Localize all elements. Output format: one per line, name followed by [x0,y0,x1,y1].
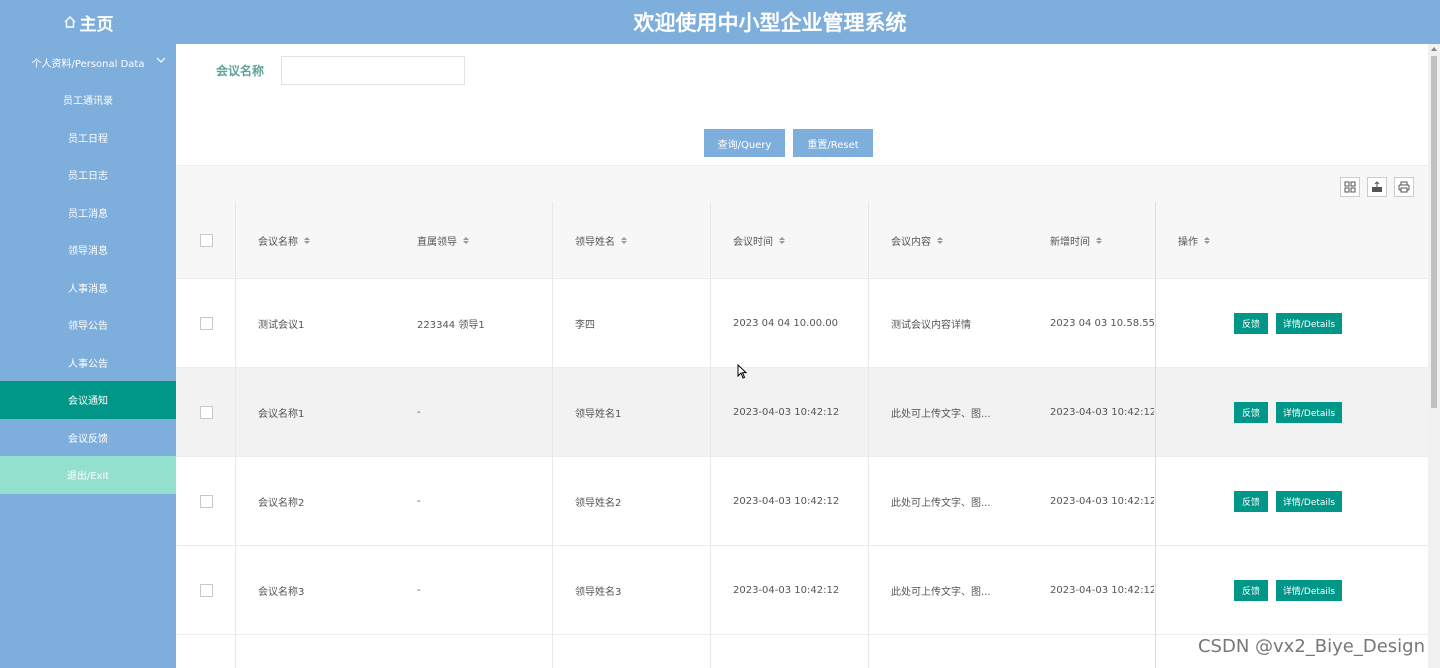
print-icon[interactable] [1394,177,1414,197]
search-row: 会议名称 [216,55,465,85]
cell-meeting-content: 此处可上传文字、图... [891,408,991,420]
reset-button[interactable]: 重置/Reset [793,129,873,157]
column-divider [868,202,869,668]
sort-icon [937,236,943,244]
table-row: 会议名称2 - 领导姓名2 2023-04-03 10:42:12 此处可上传文… [176,457,1428,546]
table-row: 会议名称3 - 领导姓名3 2023-04-03 10:42:12 此处可上传文… [176,546,1428,635]
sidebar: 个人资料/Personal Data 员工通讯录 员工日程 员工日志 员工消息 … [0,44,176,668]
cell-created-time: 2023-04-03 10:42:12 [1050,584,1154,596]
cell-meeting-time: 2023-04-03 10:42:12 [733,495,840,507]
vertical-scrollbar[interactable] [1428,44,1440,668]
sidebar-item-leader-messages[interactable]: 领导消息 [0,231,176,269]
feedback-button[interactable]: 反馈 [1234,579,1268,601]
home-icon [64,16,75,28]
mouse-cursor-icon [737,364,747,379]
search-label: 会议名称 [216,63,265,78]
row-checkbox[interactable] [200,316,213,330]
sidebar-item-exit[interactable]: 退出/Exit [0,456,176,494]
table-row: 测试会议1 223344 领导1 李四 2023 04 04 10.00.00 … [176,279,1428,368]
sidebar-item-employee-log[interactable]: 员工日志 [0,156,176,194]
chevron-down-icon [156,57,166,63]
table-header-row: 会议名称 直属领导 领导姓名 会议时间 会议内容 新增时间 操作 [176,202,1428,279]
column-divider [1155,202,1156,668]
cell-meeting-name: 会议名称2 [258,497,305,509]
cell-leader-name: 李四 [575,319,595,331]
row-checkbox[interactable] [200,583,213,597]
header-direct-leader[interactable]: 直属领导 [417,202,557,278]
header-leader-name[interactable]: 领导姓名 [575,202,715,278]
header-meeting-content[interactable]: 会议内容 [891,202,1031,278]
row-checkbox[interactable] [200,494,213,508]
table-row: 会议名称1 - 领导姓名1 2023-04-03 10:42:12 此处可上传文… [176,368,1428,457]
cell-created-time: 2023 04 03 10.58.55 [1050,317,1154,329]
sidebar-item-employee-directory[interactable]: 员工通讯录 [0,81,176,119]
scrollbar-thumb[interactable] [1431,56,1437,408]
cell-meeting-name: 测试会议1 [258,319,305,331]
cell-meeting-content: 此处可上传文字、图... [891,586,991,598]
cell-direct-leader: - [417,584,421,596]
select-all-checkbox[interactable] [200,233,213,247]
header-actions[interactable]: 操作 [1178,202,1278,278]
table-toolbar [176,165,1428,202]
top-bar: 主页 欢迎使用中小型企业管理系统 [0,0,1440,44]
header-meeting-time[interactable]: 会议时间 [733,202,873,278]
column-divider [710,202,711,668]
query-button[interactable]: 查询/Query [704,129,785,157]
sidebar-item-employee-schedule[interactable]: 员工日程 [0,119,176,157]
row-checkbox[interactable] [200,405,213,419]
sidebar-group-personal-data[interactable]: 个人资料/Personal Data [0,44,176,81]
sidebar-group-label: 个人资料/Personal Data [31,59,145,70]
sort-icon [304,236,310,244]
meeting-name-input[interactable] [281,55,465,85]
cell-meeting-name: 会议名称3 [258,586,305,598]
cell-leader-name: 领导姓名3 [575,586,622,598]
sort-icon [1096,236,1102,244]
cell-meeting-content: 此处可上传文字、图... [891,497,991,509]
cell-meeting-content: 测试会议内容详情 [891,319,971,331]
details-button[interactable]: 详情/Details [1276,312,1342,334]
sort-icon [621,236,627,244]
details-button[interactable]: 详情/Details [1276,401,1342,423]
cell-meeting-time: 2023-04-03 10:42:12 [733,584,840,596]
cell-leader-name: 领导姓名2 [575,497,622,509]
sort-icon [1204,236,1210,244]
cell-leader-name: 领导姓名1 [575,408,622,420]
cell-meeting-time: 2023 04 04 10.00.00 [733,317,838,329]
column-divider [235,202,236,668]
header-created-time[interactable]: 新增时间 [1050,202,1150,278]
home-label: 主页 [79,14,114,35]
sidebar-item-employee-messages[interactable]: 员工消息 [0,194,176,232]
watermark: CSDN @vx2_Biye_Design [1197,636,1425,657]
cell-created-time: 2023-04-03 10:42:12 [1050,495,1154,507]
feedback-button[interactable]: 反馈 [1234,401,1268,423]
cell-meeting-name: 会议名称1 [258,408,305,420]
home-link[interactable]: 主页 [0,0,176,44]
sort-icon [779,236,785,244]
column-divider [552,202,553,668]
sort-icon [463,236,469,244]
cell-meeting-time: 2023-04-03 10:42:12 [733,406,840,418]
feedback-button[interactable]: 反馈 [1234,312,1268,334]
header-meeting-name[interactable]: 会议名称 [258,202,398,278]
columns-icon[interactable] [1340,177,1360,197]
feedback-button[interactable]: 反馈 [1234,490,1268,512]
cell-direct-leader: 223344 领导1 [417,319,485,331]
sidebar-item-meeting-notices[interactable]: 会议通知 [0,381,176,419]
sidebar-item-leader-notices[interactable]: 领导公告 [0,306,176,344]
system-title: 欢迎使用中小型企业管理系统 [633,11,907,35]
main-content: 会议名称 查询/Query 重置/Reset 会议名称 直属领导 领导姓名 会议… [176,44,1428,668]
scroll-up-icon[interactable] [1431,47,1437,51]
cell-direct-leader: - [417,406,421,418]
cell-direct-leader: - [417,495,421,507]
export-icon[interactable] [1367,177,1387,197]
sidebar-item-hr-notices[interactable]: 人事公告 [0,344,176,382]
details-button[interactable]: 详情/Details [1276,490,1342,512]
details-button[interactable]: 详情/Details [1276,579,1342,601]
sidebar-item-hr-messages[interactable]: 人事消息 [0,269,176,307]
sidebar-item-meeting-feedback[interactable]: 会议反馈 [0,419,176,457]
cell-created-time: 2023-04-03 10:42:12 [1050,406,1154,418]
